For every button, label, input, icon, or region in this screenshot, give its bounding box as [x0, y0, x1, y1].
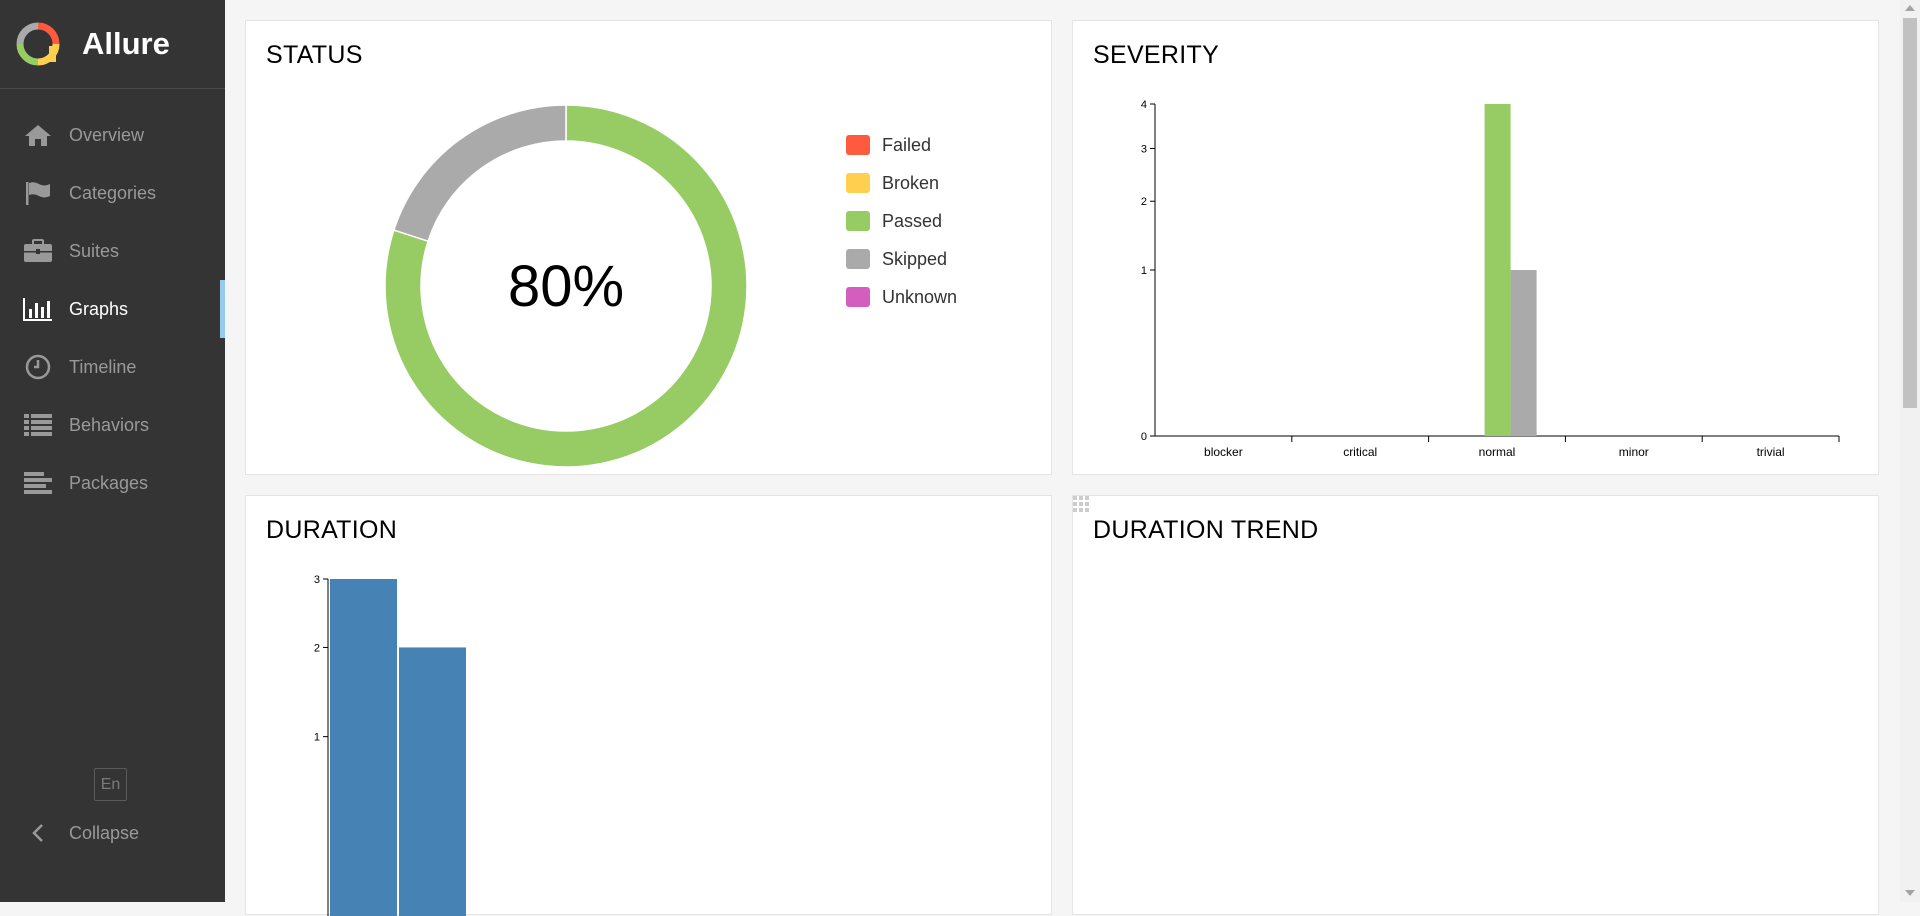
sidebar-item-label: Categories: [69, 182, 157, 203]
legend-label: Unknown: [882, 286, 958, 307]
legend-label: Passed: [882, 210, 943, 231]
sidebar-item-label: Suites: [69, 240, 120, 261]
chevron-left-icon: [23, 823, 53, 843]
align-left-icon: [23, 471, 53, 495]
y-tick-label: 2: [1141, 196, 1147, 208]
y-tick-label: 3: [1141, 143, 1147, 155]
duration-widget: DURATION 123: [245, 495, 1052, 916]
sidebar-item-behaviors[interactable]: Behaviors: [0, 396, 225, 454]
brand-name: Allure: [82, 26, 170, 61]
bar-chart-icon: [23, 297, 53, 321]
severity-bar-chart: 0 1 2 3 4 blocker critical normal minor trivial: [1141, 99, 1840, 459]
x-tick-label: critical: [1343, 445, 1377, 459]
x-tick-label: blocker: [1204, 445, 1243, 459]
flag-icon: [23, 181, 53, 205]
clock-icon: [23, 354, 53, 380]
scroll-down-arrow-icon[interactable]: [1905, 890, 1915, 896]
status-widget: STATUS 80% Failed Broken Passed Skipped …: [245, 20, 1052, 475]
grid-icon[interactable]: [1073, 496, 1089, 512]
severity-widget: SEVERITY 0 1 2 3 4 blocker critical normal minor…: [1072, 20, 1879, 475]
status-legend: Failed Broken Passed Skipped Unknown: [846, 126, 957, 316]
legend-swatch-passed: [846, 211, 870, 231]
legend-swatch-broken: [846, 173, 870, 193]
scroll-up-arrow-icon[interactable]: [1905, 5, 1915, 11]
sidebar-item-timeline[interactable]: Timeline: [0, 338, 225, 396]
sidebar-item-graphs[interactable]: Graphs: [0, 280, 225, 338]
sidebar-item-label: Timeline: [69, 356, 137, 377]
legend-item-unknown[interactable]: Unknown: [846, 278, 957, 316]
collapse-button[interactable]: Collapse: [0, 804, 139, 862]
brand[interactable]: Allure: [0, 0, 225, 89]
sidebar-item-suites[interactable]: Suites: [0, 222, 225, 280]
scroll-thumb[interactable]: [1903, 18, 1917, 408]
y-tick-label: 3: [314, 574, 320, 586]
x-tick-label: normal: [1479, 445, 1516, 459]
legend-label: Skipped: [882, 248, 948, 269]
language-button[interactable]: En: [94, 768, 127, 801]
legend-label: Failed: [882, 134, 932, 155]
y-tick-label: 0: [1141, 431, 1147, 443]
bar-normal: [1510, 270, 1537, 436]
sidebar: Allure Overview Categories Suites Graphs: [0, 0, 225, 902]
duration-bar: [399, 647, 466, 916]
sidebar-item-label: Overview: [69, 124, 145, 145]
duration-trend-title: DURATION TREND: [1093, 516, 1319, 544]
legend-item-skipped[interactable]: Skipped: [846, 240, 957, 278]
duration-bar-chart: 1 2 3: [314, 574, 466, 916]
sidebar-nav: Overview Categories Suites Graphs Timeli…: [0, 106, 225, 512]
legend-swatch-failed: [846, 135, 870, 155]
sidebar-item-label: Graphs: [69, 298, 129, 319]
bar-normal: [1484, 104, 1511, 436]
legend-swatch-skipped: [846, 249, 870, 269]
collapse-label: Collapse: [69, 822, 140, 843]
status-percent: 80%: [508, 254, 624, 319]
y-tick-label: 1: [314, 732, 320, 744]
sidebar-item-label: Behaviors: [69, 414, 150, 435]
legend-item-passed[interactable]: Passed: [846, 202, 957, 240]
list-icon: [23, 413, 53, 437]
page-scrollbar[interactable]: [1900, 0, 1920, 902]
home-icon: [23, 123, 53, 147]
legend-item-failed[interactable]: Failed: [846, 126, 957, 164]
legend-swatch-unknown: [846, 287, 870, 307]
x-tick-label: trivial: [1757, 445, 1785, 459]
briefcase-icon: [23, 239, 53, 263]
sidebar-item-overview[interactable]: Overview: [0, 106, 225, 164]
duration-bar: [330, 579, 397, 916]
x-tick-label: minor: [1619, 445, 1649, 459]
sidebar-item-packages[interactable]: Packages: [0, 454, 225, 512]
donut-slice-skipped: [392, 104, 567, 243]
sidebar-item-label: Packages: [69, 472, 149, 493]
sidebar-item-categories[interactable]: Categories: [0, 164, 225, 222]
legend-item-broken[interactable]: Broken: [846, 164, 957, 202]
legend-label: Broken: [882, 172, 940, 193]
allure-logo-icon: [16, 22, 60, 66]
y-tick-label: 4: [1141, 99, 1147, 111]
y-tick-label: 1: [1141, 265, 1147, 277]
duration-trend-widget: DURATION TREND: [1072, 495, 1879, 915]
y-tick-label: 2: [314, 642, 320, 654]
